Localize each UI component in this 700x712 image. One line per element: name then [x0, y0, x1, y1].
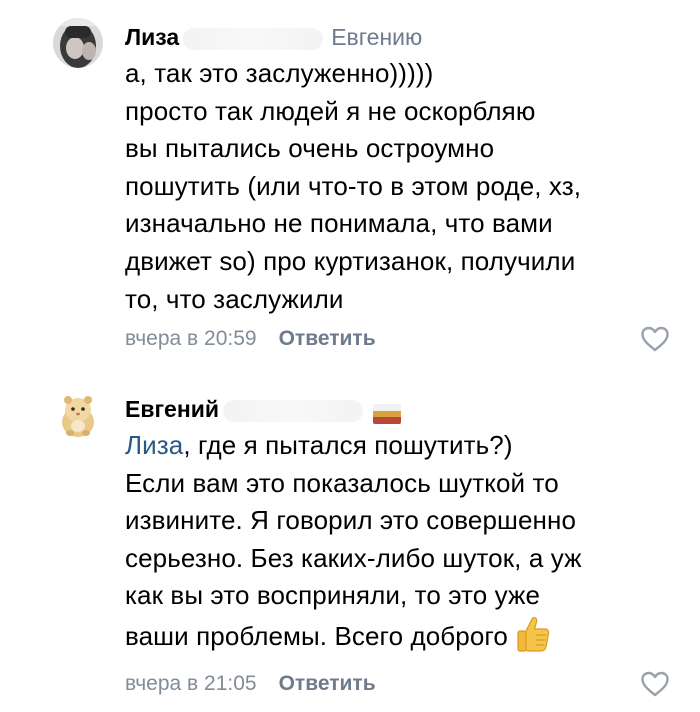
comment-line: Если вам это показалось шуткой то: [125, 467, 559, 498]
comment-line: пошутить (или что-то в этом роде, хз,: [125, 170, 582, 201]
comment-line-text: ваши проблемы. Всего доброго: [125, 620, 508, 651]
comment-time[interactable]: вчера в 21:05: [125, 672, 257, 695]
redacted-surname: [183, 27, 324, 50]
comment-line: а, так это заслуженно))))): [125, 58, 434, 88]
reply-to-name[interactable]: Евгению: [331, 24, 422, 50]
comment-header: Лиза Евгению: [125, 22, 422, 52]
thumbs-up-emoji-icon: [516, 615, 550, 653]
flag-icon: [373, 401, 402, 424]
comment-line: ваши проблемы. Всего доброго: [125, 615, 665, 656]
redacted-surname: [223, 399, 364, 422]
user-photo-avatar-icon: [53, 18, 103, 68]
author-name[interactable]: Евгений: [125, 396, 219, 422]
comment-line: движет so) про куртизанок, получили: [125, 245, 576, 276]
comment-line: Лиза, где я пытался пошутить?): [125, 427, 665, 465]
comment-time[interactable]: вчера в 20:59: [125, 327, 257, 350]
heart-outline-icon: [641, 326, 669, 352]
comment-header: Евгений: [125, 394, 402, 424]
comment-line: серьезно. Без каких-либо шуток, а уж: [125, 542, 582, 573]
comment-line: извините. Я говорил это совершенно: [125, 505, 576, 536]
comment-line: вы пытались очень остроумно: [125, 133, 495, 164]
heart-outline-icon: [641, 671, 669, 697]
comment-text: а, так это заслуженно))))) просто так лю…: [125, 55, 665, 318]
mention-link[interactable]: Лиза: [125, 430, 183, 460]
comment-line: как вы это восприняли, то это уже: [125, 580, 541, 611]
author-name[interactable]: Лиза: [125, 24, 179, 50]
like-button[interactable]: [640, 325, 670, 353]
user-avatar[interactable]: [53, 18, 103, 68]
comment-text: Лиза, где я пытался пошутить?) Если вам …: [125, 427, 665, 656]
comment-line: изначально не понимала, что вами: [125, 208, 553, 239]
comment-line: просто так людей я не оскорбляю: [125, 95, 536, 126]
comment-footer: вчера в 20:59 Ответить: [125, 324, 376, 354]
like-button[interactable]: [640, 670, 670, 698]
comment-line-rest: , где я пытался пошутить?): [183, 430, 513, 460]
comment-line: то, что заслужили: [125, 283, 344, 314]
hamster-avatar-icon: [62, 396, 94, 437]
comment-footer: вчера в 21:05 Ответить: [125, 669, 376, 699]
reply-button[interactable]: Ответить: [279, 327, 376, 350]
user-avatar[interactable]: [53, 390, 103, 440]
reply-button[interactable]: Ответить: [279, 672, 376, 695]
